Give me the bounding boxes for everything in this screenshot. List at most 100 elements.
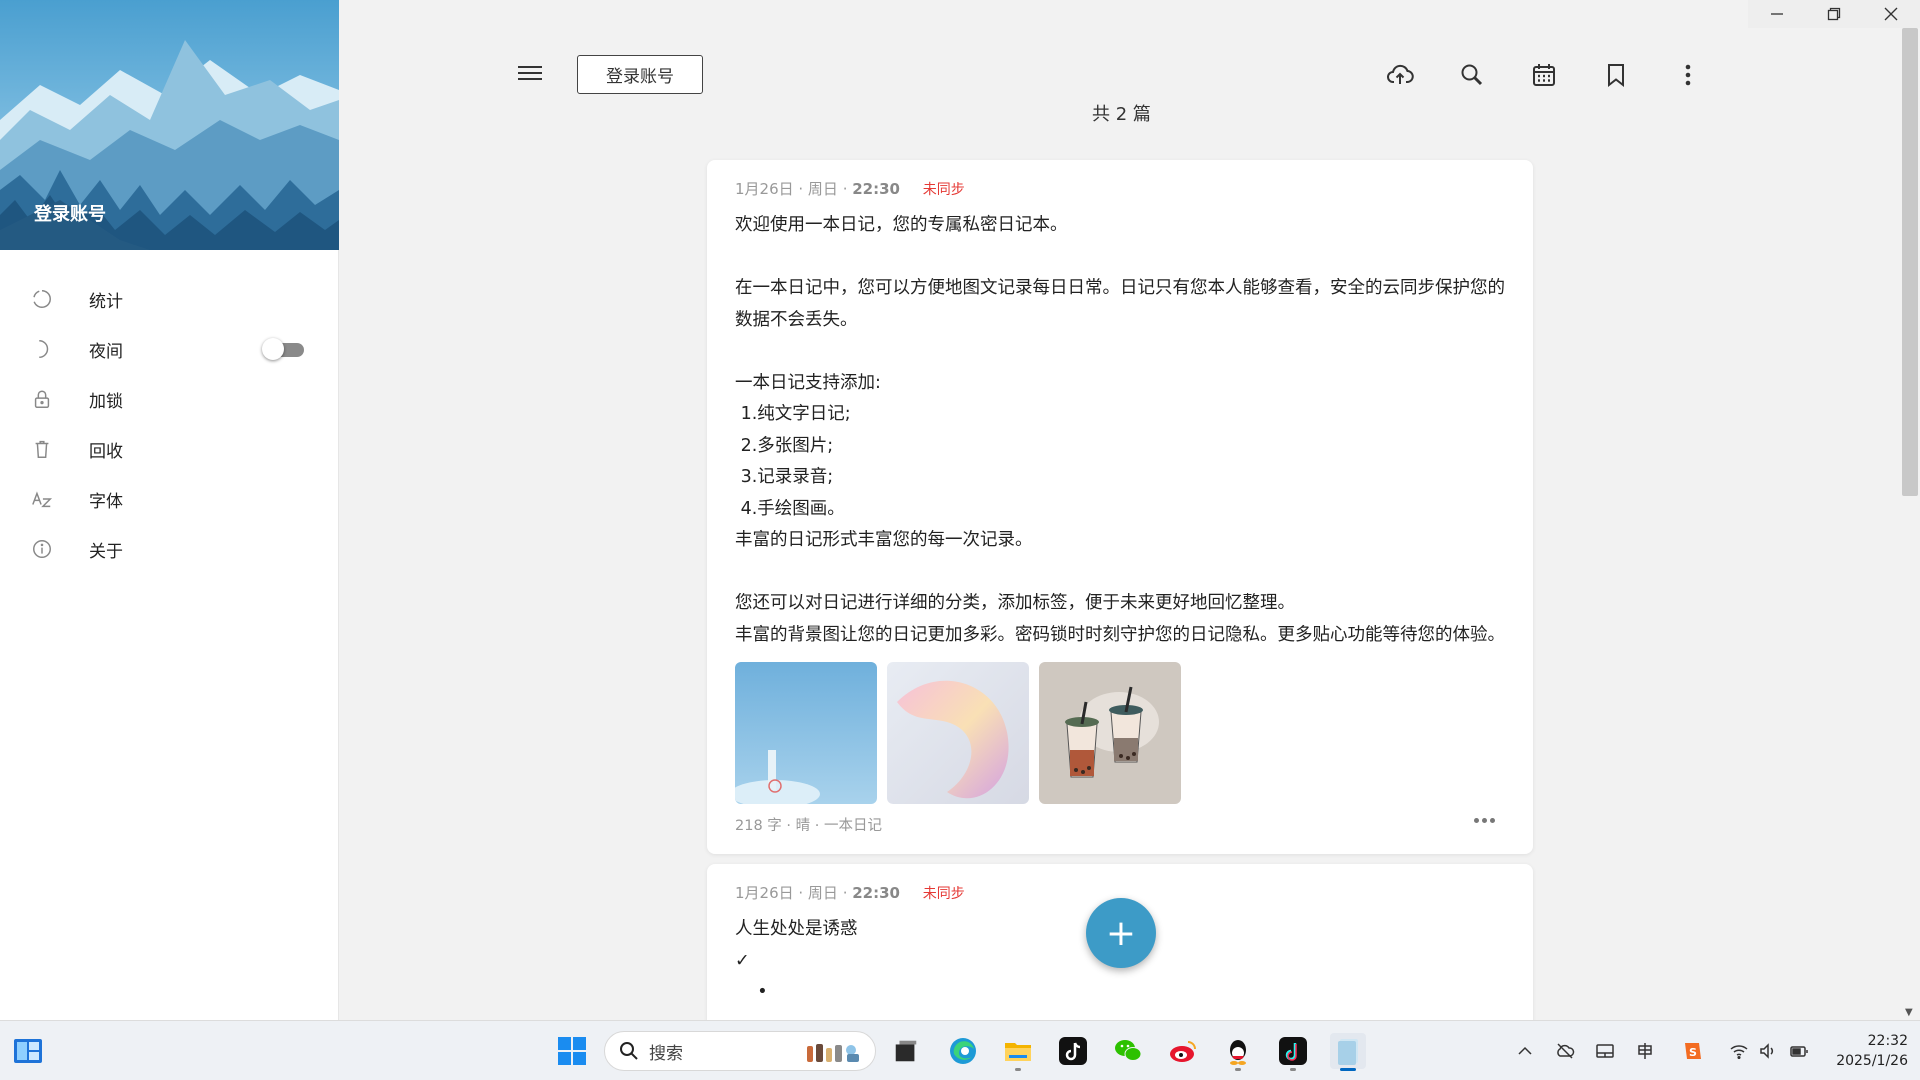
menu-icon[interactable] bbox=[518, 62, 542, 86]
search-icon[interactable] bbox=[1457, 60, 1487, 90]
volume-icon[interactable] bbox=[1756, 1039, 1780, 1063]
sidebar-item-label: 统计 bbox=[89, 291, 123, 312]
login-button[interactable]: 登录账号 bbox=[577, 55, 703, 94]
diary-entry-card[interactable]: 1月26日 · 周日 · 22:30 未同步 欢迎使用一本日记，您的专属私密日记… bbox=[707, 160, 1533, 854]
diary-app-icon[interactable] bbox=[1330, 1033, 1366, 1071]
entry-line: 在一本日记中，您可以方便地图文记录每日日常。日记只有您本人能够查看，安全的云同步… bbox=[735, 278, 1505, 298]
pink-abstract-thumbnail[interactable] bbox=[887, 662, 1029, 804]
more-horiz-icon[interactable] bbox=[1469, 810, 1499, 830]
sidebar-login-label[interactable]: 登录账号 bbox=[34, 200, 106, 226]
file-explorer-icon[interactable] bbox=[1000, 1033, 1036, 1071]
entry-line: • bbox=[735, 982, 768, 1002]
entry-date: 1月26日 · 周日 · bbox=[735, 884, 853, 902]
entry-line: 您还可以对日记进行详细的分类，添加标签，便于未来更好地回忆整理。 bbox=[735, 593, 1295, 613]
top-toolbar: 登录账号 共 2 篇 bbox=[340, 0, 1900, 130]
sidebar: 登录账号 统计 夜间 加锁 回收 字体 关于 bbox=[0, 0, 339, 1020]
font-az-icon bbox=[30, 487, 54, 511]
sync-status-badge: 未同步 bbox=[922, 182, 965, 198]
sidebar-item-label: 关于 bbox=[89, 541, 123, 562]
bookmark-icon[interactable] bbox=[1601, 60, 1631, 90]
entry-meta: 1月26日 · 周日 · 22:30 未同步 bbox=[735, 178, 965, 199]
add-entry-button[interactable]: + bbox=[1086, 898, 1156, 968]
taskbar-search-box[interactable]: 搜索 bbox=[604, 1031, 876, 1071]
entry-meta: 1月26日 · 周日 · 22:30 未同步 bbox=[735, 882, 965, 903]
restore-button[interactable] bbox=[1805, 0, 1862, 28]
sidebar-header-banner[interactable]: 登录账号 bbox=[0, 0, 339, 250]
lock-icon bbox=[30, 387, 54, 411]
weibo-icon[interactable] bbox=[1165, 1033, 1201, 1069]
taskbar: 搜索 S 22:32 2025/1/26 bbox=[0, 1020, 1920, 1080]
window-controls bbox=[1748, 0, 1920, 28]
chevron-up-icon[interactable] bbox=[1513, 1039, 1537, 1063]
entry-line: 丰富的日记形式丰富您的每一次记录。 bbox=[735, 530, 1033, 550]
entry-line: 欢迎使用一本日记，您的专属私密日记本。 bbox=[735, 215, 1068, 235]
active-indicator bbox=[1340, 1068, 1356, 1071]
info-icon bbox=[30, 537, 54, 561]
entry-text: 欢迎使用一本日记，您的专属私密日记本。 在一本日记中，您可以方便地图文记录每日日… bbox=[735, 210, 1515, 651]
windows-start-icon[interactable] bbox=[554, 1033, 590, 1069]
sidebar-item-night-mode[interactable]: 夜间 bbox=[0, 324, 338, 374]
minimize-button[interactable] bbox=[1748, 0, 1805, 28]
close-button[interactable] bbox=[1863, 0, 1920, 28]
clock-time: 22:32 bbox=[1867, 1033, 1908, 1049]
scroll-down-arrow-icon[interactable]: ▼ bbox=[1905, 1007, 1913, 1018]
entry-line: 丰富的背景图让您的日记更加多彩。密码锁时时刻守护您的日记隐私。更多贴心功能等待您… bbox=[735, 624, 1505, 645]
sky-photo-thumbnail[interactable] bbox=[735, 662, 877, 804]
sidebar-item-font[interactable]: 字体 bbox=[0, 474, 338, 524]
sync-status-badge: 未同步 bbox=[922, 886, 965, 902]
entry-line: 数据不会丢失。 bbox=[735, 309, 858, 330]
sidebar-item-label: 回收 bbox=[89, 441, 123, 462]
search-icon bbox=[620, 1042, 638, 1060]
entry-footer: 218 字 · 晴 · 一本日记 bbox=[735, 818, 882, 834]
onedrive-offline-icon[interactable] bbox=[1553, 1039, 1577, 1063]
widgets-icon[interactable] bbox=[12, 1035, 44, 1067]
night-mode-toggle[interactable] bbox=[262, 338, 304, 360]
stats-ring-icon bbox=[30, 287, 54, 311]
entry-line: 4.手绘图画。 bbox=[735, 498, 845, 519]
scrollbar[interactable]: ▼ bbox=[1900, 28, 1920, 1020]
calendar-icon[interactable] bbox=[1529, 60, 1559, 90]
wechat-icon[interactable] bbox=[1110, 1033, 1146, 1069]
sidebar-item-lock[interactable]: 加锁 bbox=[0, 374, 338, 424]
toggle-knob bbox=[262, 338, 284, 360]
input-method-icon[interactable] bbox=[1633, 1039, 1657, 1063]
moon-icon bbox=[30, 337, 54, 361]
trash-icon bbox=[30, 437, 54, 461]
svg-text:S: S bbox=[1689, 1046, 1697, 1059]
entry-line: 一本日记支持添加: bbox=[735, 372, 881, 393]
entry-line: 3.记录录音; bbox=[735, 467, 834, 487]
sogou-ime-icon[interactable]: S bbox=[1681, 1039, 1705, 1063]
qq-icon[interactable] bbox=[1220, 1033, 1256, 1071]
running-indicator bbox=[1290, 1068, 1296, 1071]
entry-line bbox=[735, 336, 1515, 368]
more-vert-icon[interactable] bbox=[1673, 60, 1703, 90]
sidebar-menu: 统计 夜间 加锁 回收 字体 关于 bbox=[0, 274, 338, 574]
entry-date: 1月26日 · 周日 · bbox=[735, 180, 853, 198]
entry-line bbox=[735, 242, 1515, 274]
wifi-icon[interactable] bbox=[1727, 1039, 1751, 1063]
sidebar-item-about[interactable]: 关于 bbox=[0, 524, 338, 574]
douyin-icon[interactable] bbox=[1275, 1033, 1311, 1071]
entry-line bbox=[735, 557, 1515, 589]
entry-time: 22:30 bbox=[852, 884, 900, 902]
sidebar-item-label: 夜间 bbox=[89, 341, 123, 362]
tiktok-icon[interactable] bbox=[1055, 1033, 1091, 1069]
running-indicator bbox=[1235, 1068, 1241, 1071]
entry-line: 1.纯文字日记; bbox=[735, 404, 851, 424]
tablet-mode-icon[interactable] bbox=[1593, 1039, 1617, 1063]
taskbar-clock[interactable]: 22:32 2025/1/26 bbox=[1826, 1031, 1908, 1071]
running-indicator bbox=[1015, 1068, 1021, 1071]
entry-line: 2.多张图片; bbox=[735, 435, 834, 456]
battery-icon[interactable] bbox=[1787, 1039, 1811, 1063]
edge-browser-icon[interactable] bbox=[945, 1033, 981, 1069]
bubble-tea-thumbnail[interactable] bbox=[1039, 662, 1181, 804]
sidebar-item-stats[interactable]: 统计 bbox=[0, 274, 338, 324]
cloud-upload-icon[interactable] bbox=[1385, 60, 1415, 90]
entry-time: 22:30 bbox=[852, 180, 900, 198]
clock-date: 2025/1/26 bbox=[1836, 1053, 1908, 1069]
sidebar-item-label: 加锁 bbox=[89, 391, 123, 412]
scrollbar-thumb[interactable] bbox=[1902, 28, 1918, 496]
entry-images bbox=[735, 662, 1181, 804]
task-view-icon[interactable] bbox=[888, 1033, 924, 1069]
sidebar-item-recycle[interactable]: 回收 bbox=[0, 424, 338, 474]
